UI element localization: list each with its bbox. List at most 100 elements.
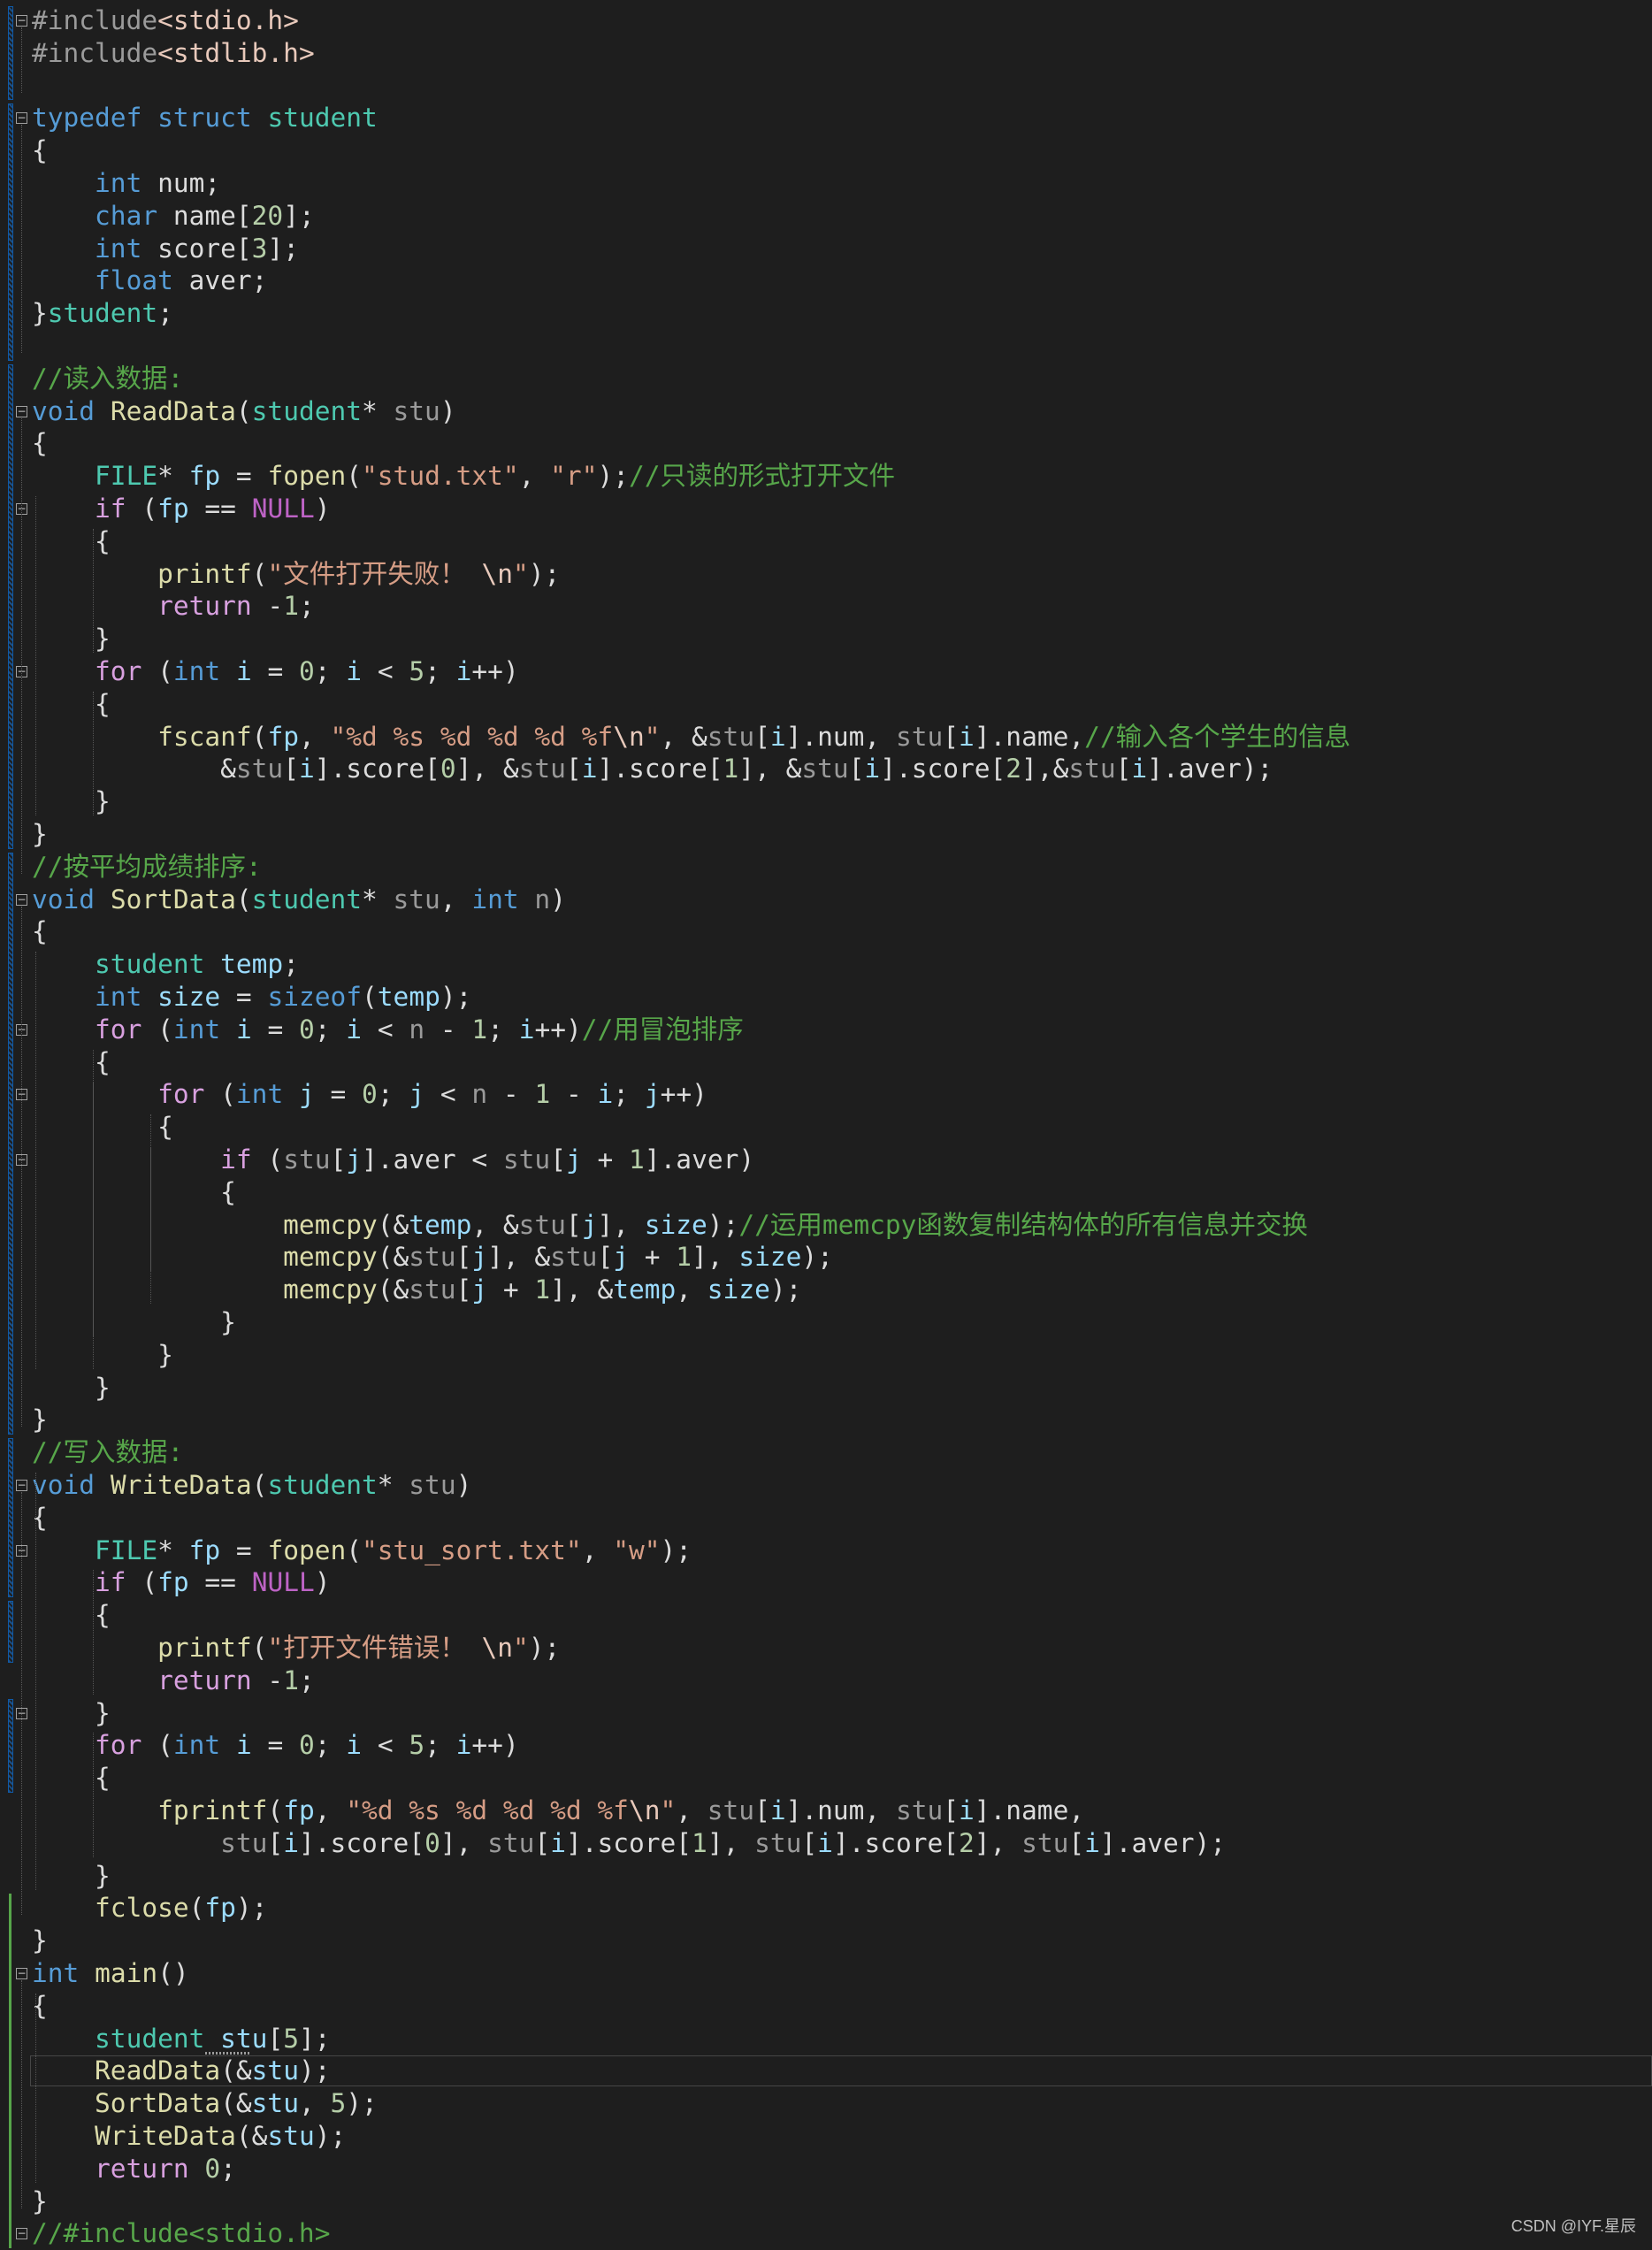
code-line[interactable]: student stu[5]; <box>32 2023 330 2055</box>
code-line[interactable]: fscanf(fp, "%d %s %d %d %d %f\n", &stu[i… <box>32 721 1350 754</box>
code-line[interactable]: { <box>32 1599 111 1632</box>
code-line[interactable]: for (int j = 0; j < n - 1 - i; j++) <box>32 1078 707 1111</box>
code-token: [ <box>597 1242 614 1273</box>
indent-guide <box>35 1993 36 2183</box>
code-line[interactable]: stu[i].score[0], stu[i].score[1], stu[i]… <box>32 1827 1226 1860</box>
code-token: [ <box>754 721 770 752</box>
code-line[interactable]: void WriteData(student* stu) <box>32 1469 471 1502</box>
code-token: ( <box>251 1633 268 1663</box>
code-line[interactable]: for (int i = 0; i < n - 1; i++)//用冒泡排序 <box>32 1014 744 1046</box>
code-line[interactable]: } <box>32 1925 48 1957</box>
fold-toggle-icon[interactable]: − <box>16 893 27 906</box>
code-line[interactable]: for (int i = 0; i < 5; i++) <box>32 1729 519 1762</box>
code-line[interactable]: { <box>32 1502 48 1534</box>
code-line[interactable]: { <box>32 1762 111 1795</box>
code-token: * <box>362 884 394 915</box>
code-token: = <box>220 1534 268 1565</box>
code-line[interactable]: if (fp == NULL) <box>32 1566 330 1599</box>
code-line[interactable]: if (stu[j].aver < stu[j + 1].aver) <box>32 1144 754 1176</box>
code-line[interactable]: int main() <box>32 1957 189 1990</box>
code-line[interactable]: } <box>32 2185 48 2218</box>
code-line[interactable]: return 0; <box>32 2153 236 2185</box>
code-line[interactable]: { <box>32 1176 236 1209</box>
code-line[interactable]: &stu[i].score[0], &stu[i].score[1], &stu… <box>32 753 1273 785</box>
code-line[interactable]: if (fp == NULL) <box>32 493 330 525</box>
code-token: ( <box>141 1730 173 1761</box>
code-line[interactable]: //按平均成绩排序: <box>32 851 262 884</box>
code-line[interactable]: { <box>32 1046 111 1079</box>
code-line[interactable]: fclose(fp); <box>32 1892 267 1925</box>
code-token: WriteData <box>95 2121 236 2151</box>
code-line[interactable]: memcpy(&stu[j + 1], &temp, size); <box>32 1274 801 1306</box>
code-line[interactable]: void ReadData(student* stu) <box>32 395 456 428</box>
fold-toggle-icon[interactable]: − <box>16 112 27 125</box>
code-line[interactable]: { <box>32 427 48 460</box>
code-line[interactable]: } <box>32 785 111 818</box>
code-token: stu <box>393 884 440 915</box>
code-line[interactable]: FILE* fp = fopen("stud.txt", "r");//只读的形… <box>32 460 895 493</box>
code-line[interactable]: int score[3]; <box>32 233 299 265</box>
fold-toggle-icon[interactable]: − <box>16 405 27 417</box>
code-editor[interactable]: #include<stdio.h> #include<stdlib.h> typed… <box>0 0 1652 2249</box>
code-line[interactable]: FILE* fp = fopen("stu_sort.txt", "w"); <box>32 1534 692 1567</box>
code-token: [ <box>550 1144 566 1175</box>
fold-toggle-icon[interactable]: − <box>16 15 27 27</box>
fold-toggle-icon[interactable]: − <box>16 1968 27 1979</box>
code-line[interactable]: for (int i = 0; i < 5; i++) <box>32 655 519 688</box>
code-line[interactable]: //读入数据: <box>32 363 183 395</box>
code-token: 2 <box>959 1827 975 1858</box>
code-line[interactable]: } <box>32 1860 111 1893</box>
code-line[interactable]: float aver; <box>32 264 267 297</box>
code-line[interactable]: #include<stdlib.h> <box>32 37 315 70</box>
code-line[interactable]: void SortData(student* stu, int n) <box>32 884 566 916</box>
code-line[interactable]: }student; <box>32 297 173 330</box>
code-line[interactable]: //写入数据: <box>32 1436 183 1469</box>
code-line[interactable]: char name[20]; <box>32 200 315 233</box>
code-line[interactable]: { <box>32 525 111 558</box>
code-line[interactable]: { <box>32 688 111 721</box>
code-line[interactable]: } <box>32 1306 236 1339</box>
code-token: ( <box>126 494 158 524</box>
code-token: int <box>32 1958 80 1988</box>
code-line[interactable]: student temp; <box>32 948 299 981</box>
code-line[interactable]: return -1; <box>32 1665 315 1697</box>
code-line[interactable]: SortData(&stu, 5); <box>32 2087 378 2120</box>
code-line[interactable]: { <box>32 915 48 948</box>
code-line[interactable]: typedef struct student <box>32 102 378 134</box>
code-line[interactable]: { <box>32 134 48 167</box>
code-token: NULL <box>251 1567 315 1598</box>
code-line[interactable]: } <box>32 623 111 655</box>
code-line[interactable]: return -1; <box>32 590 315 623</box>
code-line[interactable]: memcpy(&temp, &stu[j], size);//运用memcpy函… <box>32 1209 1308 1242</box>
code-line[interactable]: //#include<stdio.h> <box>32 2217 330 2250</box>
code-line[interactable]: #include<stdio.h> <box>32 4 299 37</box>
code-line[interactable]: printf("文件打开失败！ \n"); <box>32 558 560 591</box>
code-line[interactable]: } <box>32 1372 111 1404</box>
code-token: 1 <box>629 1144 645 1175</box>
change-marker <box>8 103 13 361</box>
code-line[interactable]: memcpy(&stu[j], &stu[j + 1], size); <box>32 1241 833 1274</box>
code-line[interactable]: WriteData(&stu); <box>32 2120 346 2153</box>
fold-toggle-icon[interactable]: − <box>16 2228 27 2240</box>
code-line[interactable]: } <box>32 1404 48 1436</box>
code-token: ( <box>141 1014 173 1045</box>
code-line[interactable]: } <box>32 818 48 851</box>
code-line[interactable]: { <box>32 1111 173 1144</box>
code-token: memcpy <box>283 1242 378 1273</box>
code-token: ], <box>974 1827 1022 1858</box>
fold-toggle-icon[interactable]: − <box>16 1480 27 1491</box>
code-line[interactable]: fprintf(fp, "%d %s %d %d %d %f\n", stu[i… <box>32 1795 1084 1827</box>
code-line[interactable]: ReadData(&stu); <box>32 2055 330 2087</box>
code-token: [ <box>267 2023 284 2054</box>
code-line[interactable]: } <box>32 1339 173 1372</box>
indent-guide <box>92 1082 94 1336</box>
code-line[interactable]: int size = sizeof(temp); <box>32 981 471 1014</box>
code-line[interactable]: printf("打开文件错误！ \n"); <box>32 1632 560 1665</box>
code-line[interactable]: } <box>32 1697 111 1730</box>
code-line[interactable]: { <box>32 1990 48 2023</box>
code-token: n <box>471 1079 488 1110</box>
change-marker <box>8 364 13 849</box>
code-line[interactable]: int num; <box>32 167 220 200</box>
indent-guide <box>35 1473 36 1890</box>
code-token: 20 <box>251 200 284 231</box>
